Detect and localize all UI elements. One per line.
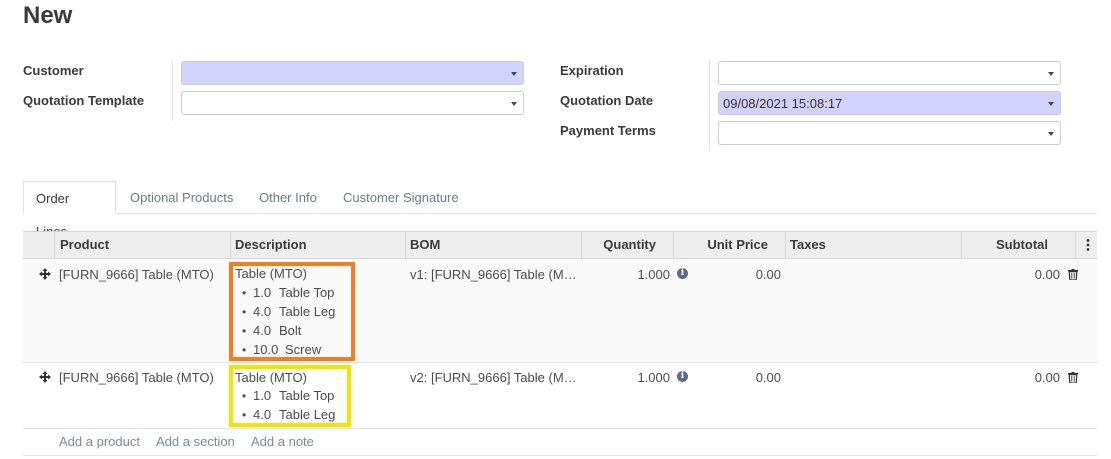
info-icon[interactable]: i [677, 371, 688, 382]
bom-component-list: • 1.0 Table Top • 4.0 Table Leg • 4.0 Bolt • 10… [242, 283, 335, 359]
add-product-link[interactable]: Add a product [59, 434, 140, 449]
row-description-title[interactable]: Table (MTO) [235, 370, 307, 385]
quotation-template-label: Quotation Template [23, 93, 145, 108]
move-handle-icon[interactable] [39, 268, 51, 280]
move-handle-icon[interactable] [39, 371, 51, 383]
payment-terms-label: Payment Terms [560, 123, 656, 138]
caret-down-icon[interactable] [1048, 102, 1054, 106]
trash-icon[interactable] [1068, 268, 1078, 281]
bom-component-list: • 1.0 Table Top • 4.0 Table Leg [242, 386, 335, 424]
expiration-field[interactable] [718, 61, 1061, 85]
expiration-label: Expiration [560, 63, 624, 78]
tab-order-lines[interactable]: Order Lines [23, 181, 116, 239]
caret-down-icon[interactable] [511, 102, 517, 106]
row-subtotal: 0.00 [1034, 370, 1060, 385]
add-note-link[interactable]: Add a note [251, 434, 314, 449]
row-bom[interactable]: v1: [FURN_9666] Table (M… [410, 267, 577, 282]
row-bom[interactable]: v2: [FURN_9666] Table (M… [410, 370, 577, 385]
form-separator-right [709, 60, 710, 151]
caret-down-icon[interactable] [1048, 132, 1054, 136]
tab-other-info[interactable]: Other Info [247, 181, 329, 214]
customer-field[interactable] [181, 61, 524, 85]
row-product[interactable]: [FURN_9666] Table (MTO) [59, 267, 214, 282]
quotation-date-value: 09/08/2021 15:08:17 [723, 96, 843, 111]
payment-terms-field[interactable] [718, 121, 1061, 145]
column-quantity[interactable]: Quantity [581, 232, 656, 258]
column-description[interactable]: Description [235, 232, 307, 258]
row-product[interactable]: [FURN_9666] Table (MTO) [59, 370, 214, 385]
list-item: • 1.0 Table Top [242, 285, 335, 300]
row-description-title[interactable]: Table (MTO) [235, 266, 307, 281]
tab-customer-signature[interactable]: Customer Signature [331, 181, 471, 214]
form-separator-left [172, 60, 173, 121]
row-subtotal: 0.00 [1034, 267, 1060, 282]
list-item: • 4.0 Table Leg [242, 407, 336, 422]
page-title: New [23, 2, 73, 29]
quotation-date-field[interactable]: 09/08/2021 15:08:17 [718, 91, 1061, 115]
customer-label: Customer [23, 63, 84, 78]
row-unit-price[interactable]: 0.00 [700, 370, 781, 385]
list-item: • 4.0 Bolt [242, 323, 302, 338]
tab-optional-products[interactable]: Optional Products [118, 181, 245, 214]
info-icon[interactable]: i [677, 268, 688, 279]
add-section-link[interactable]: Add a section [156, 434, 235, 449]
column-unit-price[interactable]: Unit Price [673, 232, 768, 258]
quotation-date-label: Quotation Date [560, 93, 654, 108]
row-quantity[interactable]: 1.000 [600, 370, 670, 385]
quotation-template-field[interactable] [181, 91, 524, 115]
row-quantity[interactable]: 1.000 [600, 267, 670, 282]
row-unit-price[interactable]: 0.00 [700, 267, 781, 282]
list-item: • 4.0 Table Leg [242, 304, 336, 319]
list-item: • 1.0 Table Top [242, 388, 335, 403]
column-product[interactable]: Product [60, 232, 109, 258]
trash-icon[interactable] [1068, 371, 1078, 384]
caret-down-icon[interactable] [511, 72, 517, 76]
order-lines-header: Product Description BOM Quantity Unit Pr… [23, 231, 1097, 259]
list-item: • 10.0 Screw [242, 342, 322, 357]
column-subtotal[interactable]: Subtotal [961, 232, 1048, 258]
column-taxes[interactable]: Taxes [790, 232, 826, 258]
column-bom[interactable]: BOM [410, 232, 440, 258]
caret-down-icon[interactable] [1048, 72, 1054, 76]
vertical-ellipsis-icon[interactable] [1086, 232, 1092, 258]
